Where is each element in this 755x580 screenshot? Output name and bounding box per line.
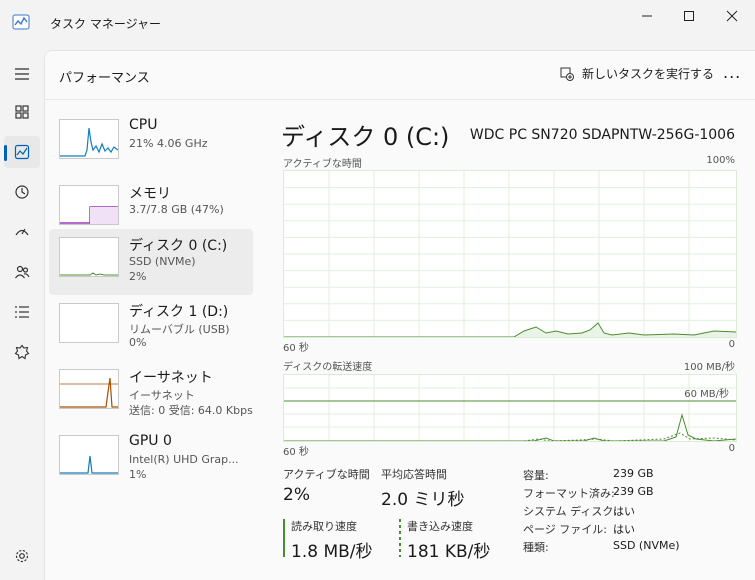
transfer-rate-min: 0 <box>728 443 735 454</box>
maximize-icon <box>684 11 694 21</box>
device-name: イーサネット <box>129 370 213 386</box>
active-time-min: 0 <box>728 339 735 350</box>
device-type: イーサネット <box>129 389 195 402</box>
transfer-rate-max: 100 MB/秒 <box>683 362 735 373</box>
read-speed-value: 1.8 MB/秒 <box>291 542 373 562</box>
type-value: SSD (NVMe) <box>613 539 680 552</box>
nav-performance[interactable] <box>4 136 40 168</box>
nav-settings[interactable] <box>4 540 40 572</box>
capacity-label: 容量: <box>523 469 549 482</box>
active-time-chart <box>283 170 737 338</box>
gpu-thumbnail <box>59 435 119 475</box>
ethernet-thumbnail <box>59 369 119 409</box>
disk-model: WDC PC SN720 SDAPNTW-256G-1006 <box>469 127 735 143</box>
transfer-rate-window: 60 秒 <box>283 447 309 458</box>
maximize-button[interactable] <box>666 0 712 32</box>
content-panel: パフォーマンス 新しいタスクを実行する ... CPU 21% 4.06 GHz… <box>44 50 755 580</box>
processes-icon <box>15 105 29 119</box>
device-type: リムーバブル (USB) <box>129 323 230 336</box>
active-time-window: 60 秒 <box>283 343 309 354</box>
device-name: ディスク 0 (C:) <box>129 238 228 254</box>
page-title: パフォーマンス <box>59 71 150 86</box>
device-name: CPU <box>129 117 158 133</box>
title-bar: タスク マネージャー <box>0 0 755 48</box>
window-title: タスク マネージャー <box>50 17 161 31</box>
nav-app-history[interactable] <box>4 176 40 208</box>
system-disk-value: はい <box>613 505 635 518</box>
active-time-area <box>284 323 736 337</box>
active-time-stat-label: アクティブな時間 <box>283 468 370 481</box>
nav-details[interactable] <box>4 296 40 328</box>
write-speed-value: 181 KB/秒 <box>407 542 491 562</box>
active-time-label: アクティブな時間 <box>283 159 362 170</box>
disk-detail-panel: ディスク 0 (C:) WDC PC SN720 SDAPNTW-256G-10… <box>281 51 751 580</box>
scale-line-label: 60 MB/秒 <box>684 389 729 400</box>
device-stat: 送信: 0 受信: 64.0 Kbps <box>129 404 253 417</box>
disk0-thumbnail <box>59 237 119 277</box>
device-name: メモリ <box>129 186 171 202</box>
write-speed-label: 書き込み速度 <box>407 520 473 533</box>
users-icon <box>15 265 30 279</box>
transfer-rate-label: ディスクの転送速度 <box>283 362 373 373</box>
device-stat: 1% <box>129 468 147 481</box>
minimize-icon <box>642 15 652 17</box>
device-disk-1[interactable]: ディスク 1 (D:) リムーバブル (USB) 0% <box>49 295 253 361</box>
active-time-max: 100% <box>706 155 735 166</box>
disk1-thumbnail <box>59 303 119 343</box>
disk-title: ディスク 0 (C:) <box>281 123 450 151</box>
device-disk-0[interactable]: ディスク 0 (C:) SSD (NVMe) 2% <box>49 229 253 295</box>
hamburger-button[interactable] <box>4 58 40 90</box>
close-button[interactable] <box>709 0 755 32</box>
details-icon <box>15 306 29 318</box>
services-icon <box>14 344 30 360</box>
formatted-label: フォーマット済み: <box>523 487 615 500</box>
device-stat: 0% <box>129 336 147 349</box>
response-time-value: 2.0 ミリ秒 <box>381 490 465 510</box>
read-speed-label: 読み取り速度 <box>291 520 357 533</box>
nav-users[interactable] <box>4 256 40 288</box>
page-file-value: はい <box>613 523 635 536</box>
active-indicator <box>4 145 7 161</box>
device-stat: 21% 4.06 GHz <box>129 137 208 150</box>
device-gpu-0[interactable]: GPU 0 Intel(R) UHD Grap... 1% <box>49 427 253 493</box>
device-ethernet[interactable]: イーサネット イーサネット 送信: 0 受信: 64.0 Kbps <box>49 361 253 427</box>
device-stat: 3.7/7.8 GB (47%) <box>129 203 224 216</box>
write-rate-marker <box>399 519 401 557</box>
nav-services[interactable] <box>4 336 40 368</box>
formatted-value: 239 GB <box>613 485 654 498</box>
device-name: ディスク 1 (D:) <box>129 304 229 320</box>
device-cpu[interactable]: CPU 21% 4.06 GHz <box>49 111 253 177</box>
minimize-button[interactable] <box>624 0 670 32</box>
performance-icon <box>14 144 30 160</box>
memory-thumbnail <box>59 185 119 225</box>
device-type: Intel(R) UHD Grap... <box>129 453 239 466</box>
response-time-label: 平均応答時間 <box>381 468 447 481</box>
hamburger-icon <box>15 68 29 80</box>
capacity-value: 239 GB <box>613 467 654 480</box>
startup-icon <box>15 228 29 236</box>
history-icon <box>15 185 29 199</box>
device-name: GPU 0 <box>129 433 172 449</box>
device-type: SSD (NVMe) <box>129 255 196 268</box>
page-file-label: ページ ファイル: <box>523 523 607 536</box>
transfer-rate-chart <box>283 374 737 442</box>
nav-startup[interactable] <box>4 216 40 248</box>
cpu-thumbnail <box>59 119 119 159</box>
read-rate-marker <box>283 519 285 557</box>
device-stat: 2% <box>129 270 147 283</box>
nav-processes[interactable] <box>4 96 40 128</box>
gear-icon <box>15 549 29 563</box>
active-time-stat-value: 2% <box>283 485 310 505</box>
task-manager-icon <box>12 14 30 30</box>
nav-rail <box>0 48 44 579</box>
close-icon <box>726 10 738 22</box>
type-label: 種類: <box>523 541 549 554</box>
system-disk-label: システム ディスク: <box>523 505 618 518</box>
